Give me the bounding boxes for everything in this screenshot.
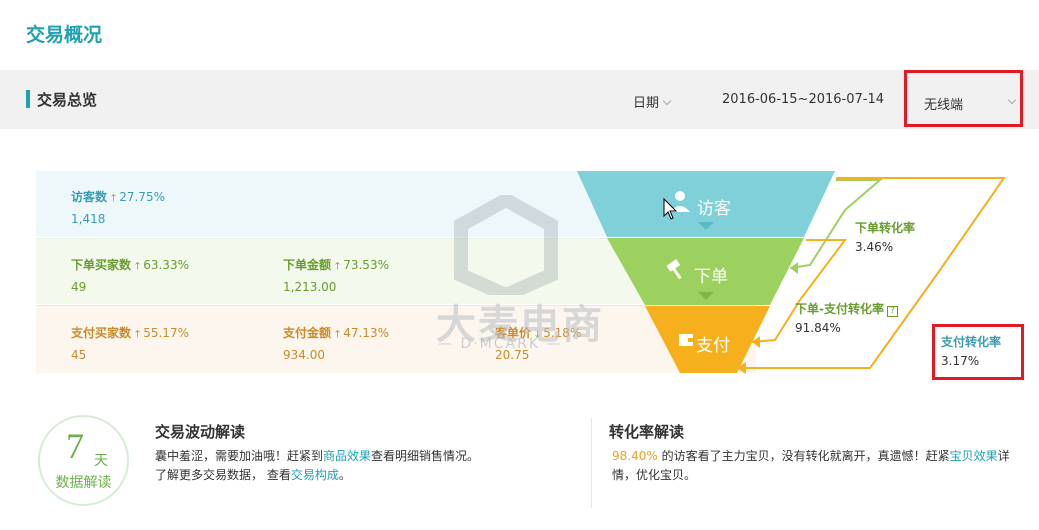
rate-name: 下单转化率 [855,221,916,235]
watermark-logo [454,195,558,295]
rate-visit-pay: 支付转化率 3.17% [932,324,1024,380]
trade-panel-text: 囊中羞涩，需要加油哦！赶紧到商品效果查看明细销售情况。 了解更多交易数据， 查看… [155,447,479,485]
metric-value: 1,213.00 [283,280,337,294]
metric-name: 支付金额 [283,326,332,340]
funnel-stage-label-visitor: 访客 [697,199,731,219]
rate-value: 91.84% [795,321,841,335]
arrow-up-icon: 🡑 [111,193,117,204]
arrow-up-icon: 🡑 [335,261,341,272]
date-type-dropdown[interactable]: 日期 [633,92,672,111]
metric-change: 47.13% [343,326,389,340]
trade-composition-link[interactable]: 交易构成 [291,468,339,482]
rate-name: 下单-支付转化率 [795,302,884,316]
terminal-dropdown[interactable]: 无线端 [904,70,1023,127]
chevron-down-icon [1007,95,1017,105]
metric-change: 27.75% [119,190,165,204]
highlight-percent: 98.40% [612,449,658,463]
text-fragment: 囊中羞涩，需要加油哦！赶紧到 [155,449,324,463]
metric-visitors: 访客数 🡑 27.75% 1,418 [71,188,165,226]
rate-name: 支付转化率 [941,335,1002,349]
item-effect-link[interactable]: 宝贝效果 [950,449,998,463]
section-title: 交易总览 [37,91,98,109]
funnel-stage-label-order: 下单 [694,267,728,287]
arrow-up-icon: 🡑 [135,329,141,340]
metric-name: 下单买家数 [71,258,132,272]
badge-unit: 天 [94,453,108,469]
trade-panel-title: 交易波动解读 [155,423,246,441]
conversion-panel-text: 98.40% 的访客看了主力宝贝，没有转化就离开，真遗憾！赶紧宝贝效果详 情，优… [612,447,1027,485]
arrow-up-icon: 🡑 [135,261,141,272]
terminal-label: 无线端 [924,98,964,113]
metric-order-buyers: 下单买家数 🡑 63.33% 49 [71,256,189,294]
metric-name: 支付买家数 [71,326,132,340]
text-fragment: 。 [338,468,351,482]
watermark-subtext: — D·MCARK — [438,336,563,352]
arrow-up-icon: 🡑 [335,329,341,340]
order-row: 下单买家数 🡑 63.33% 49 下单金额 🡑 73.53% 1,213.00 [36,238,756,304]
date-range[interactable]: 2016-06-15~2016-07-14 [722,92,884,107]
rate-visit-order: 下单转化率 3.46% [855,219,915,254]
divider [591,418,592,508]
product-effect-link[interactable]: 商品效果 [323,449,371,463]
metric-change: 55.17% [143,326,189,340]
text-fragment: 查看明细销售情况。 [371,449,480,463]
chevron-down-icon [662,96,672,106]
text-fragment: 了解更多交易数据， 查看 [155,468,291,482]
conversion-panel-title: 转化率解读 [609,423,685,441]
pay-row: 支付买家数 🡑 55.17% 45 支付金额 🡑 47.13% 934.00 客单价 🡓 5… [36,305,756,373]
text-fragment: 情，优化宝贝。 [612,468,697,482]
rate-value: 3.46% [855,240,894,254]
rate-value: 3.17% [941,354,980,368]
section-marker [26,90,30,108]
metric-change: 63.33% [143,258,189,272]
metric-value: 49 [71,280,87,294]
text-fragment: 详 [997,449,1010,463]
metric-value: 45 [71,348,87,362]
badge-number: 7 [66,426,84,466]
metric-value: 934.00 [283,348,325,362]
seven-day-badge[interactable]: 7 天 数据解读 [38,415,129,506]
rate-order-pay: 下单-支付转化率? 91.84% [795,300,898,335]
page-title: 交易概况 [26,24,103,46]
metric-name: 访客数 [71,190,108,204]
metric-change: 73.53% [343,258,389,272]
metric-value: 1,418 [71,212,106,226]
text-fragment: 的访客看了主力宝贝，没有转化就离开，真遗憾！赶紧 [657,449,950,463]
metric-name: 下单金额 [283,258,332,272]
metric-order-amount: 下单金额 🡑 73.53% 1,213.00 [283,256,389,294]
help-icon[interactable]: ? [886,306,898,317]
metric-pay-amount: 支付金额 🡑 47.13% 934.00 [283,324,389,362]
visitor-row: 访客数 🡑 27.75% 1,418 [36,171,756,237]
badge-text: 数据解读 [55,475,112,491]
metric-pay-buyers: 支付买家数 🡑 55.17% 45 [71,324,189,362]
date-type-label: 日期 [633,96,660,111]
filter-bar: 交易总览 日期 2016-06-15~2016-07-14 无线端 [0,70,1039,129]
funnel-stage-label-pay: 支付 [696,336,730,356]
